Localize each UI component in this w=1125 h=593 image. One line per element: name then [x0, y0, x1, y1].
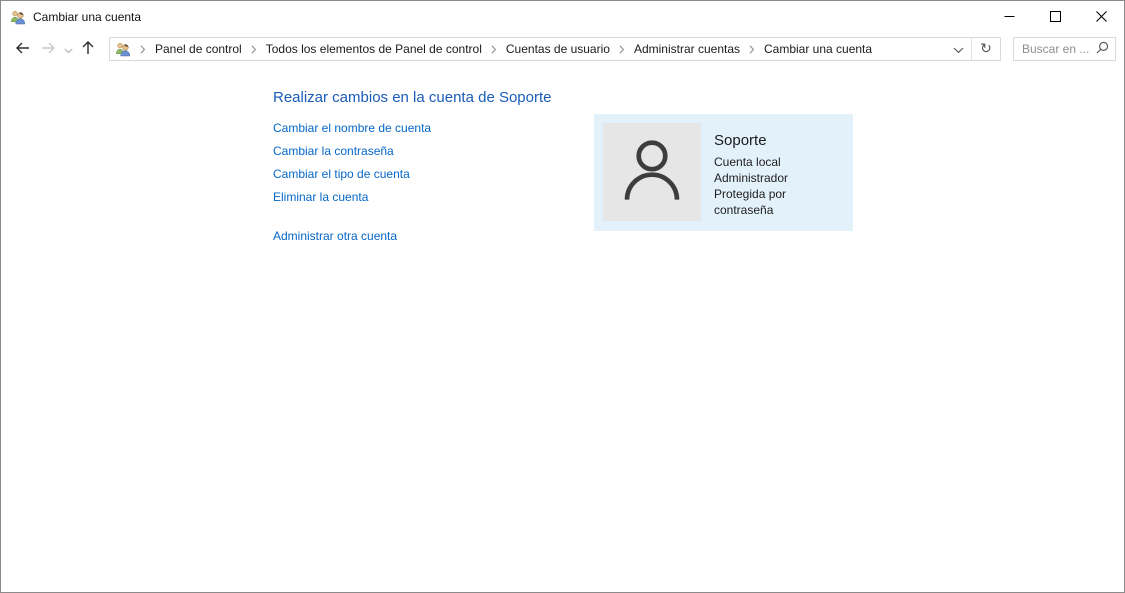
- arrow-left-icon: [14, 40, 31, 59]
- link-eliminar-cuenta[interactable]: Eliminar la cuenta: [273, 190, 368, 204]
- minimize-button[interactable]: [986, 1, 1032, 33]
- close-icon: [1095, 10, 1107, 25]
- avatar: [603, 123, 701, 221]
- address-location-icon[interactable]: [110, 38, 136, 60]
- recent-pages-dropdown[interactable]: [61, 35, 75, 63]
- chevron-right-icon: [247, 44, 261, 54]
- close-button[interactable]: [1078, 1, 1124, 33]
- search-icon: [1096, 41, 1109, 57]
- breadcrumb-item-cambiar-una-cuenta[interactable]: Cambiar una cuenta: [759, 42, 877, 56]
- window-controls: [986, 1, 1124, 33]
- back-button[interactable]: [9, 35, 35, 63]
- refresh-icon: ↻: [980, 41, 992, 57]
- search-input[interactable]: [1014, 42, 1089, 56]
- chevron-right-icon: [745, 44, 759, 54]
- account-info: Soporte Cuenta local Administrador Prote…: [714, 123, 844, 222]
- maximize-button[interactable]: [1032, 1, 1078, 33]
- account-role: Administrador: [714, 171, 789, 185]
- maximize-icon: [1049, 10, 1061, 25]
- breadcrumb-item-administrar-cuentas[interactable]: Administrar cuentas: [629, 42, 745, 56]
- main-content: Realizar cambios en la cuenta de Soporte…: [1, 65, 1124, 252]
- account-name: Soporte: [714, 132, 767, 149]
- chevron-right-icon: [136, 44, 150, 54]
- arrow-up-icon: [80, 39, 96, 59]
- chevron-right-icon: [615, 44, 629, 54]
- account-password-status: Protegida por contraseña: [714, 187, 787, 217]
- page-title: Realizar cambios en la cuenta de Soporte: [273, 89, 552, 106]
- chevron-down-icon: [953, 42, 964, 57]
- control-panel-window: Cambiar una cuenta Panel de control Todo…: [0, 0, 1125, 593]
- chevron-right-icon: [487, 44, 501, 54]
- breadcrumb-item-panel-de-control[interactable]: Panel de control: [150, 42, 247, 56]
- refresh-button[interactable]: ↻: [972, 38, 1000, 60]
- titlebar: Cambiar una cuenta: [1, 1, 1124, 33]
- link-cambiar-nombre[interactable]: Cambiar el nombre de cuenta: [273, 121, 431, 135]
- breadcrumb-item-cuentas-de-usuario[interactable]: Cuentas de usuario: [501, 42, 615, 56]
- link-administrar-otra-cuenta[interactable]: Administrar otra cuenta: [273, 229, 397, 243]
- window-title: Cambiar una cuenta: [33, 10, 142, 24]
- navigation-toolbar: Panel de control Todos los elementos de …: [1, 33, 1124, 65]
- person-outline-icon: [613, 131, 691, 214]
- address-bar[interactable]: Panel de control Todos los elementos de …: [109, 37, 1001, 61]
- chevron-down-icon: [63, 42, 73, 57]
- breadcrumb-item-todos-los-elementos[interactable]: Todos los elementos de Panel de control: [261, 42, 487, 56]
- account-type-local: Cuenta local: [714, 155, 781, 169]
- minimize-icon: [1004, 10, 1015, 25]
- address-dropdown-button[interactable]: [945, 38, 971, 60]
- account-card: Soporte Cuenta local Administrador Prote…: [594, 114, 853, 231]
- user-accounts-icon: [10, 9, 26, 25]
- search-box: [1013, 37, 1116, 61]
- link-cambiar-contrasena[interactable]: Cambiar la contraseña: [273, 144, 394, 158]
- link-cambiar-tipo[interactable]: Cambiar el tipo de cuenta: [273, 167, 410, 181]
- search-submit-button[interactable]: [1089, 38, 1115, 60]
- forward-button[interactable]: [35, 35, 61, 63]
- arrow-right-icon: [40, 40, 57, 59]
- up-button[interactable]: [75, 35, 101, 63]
